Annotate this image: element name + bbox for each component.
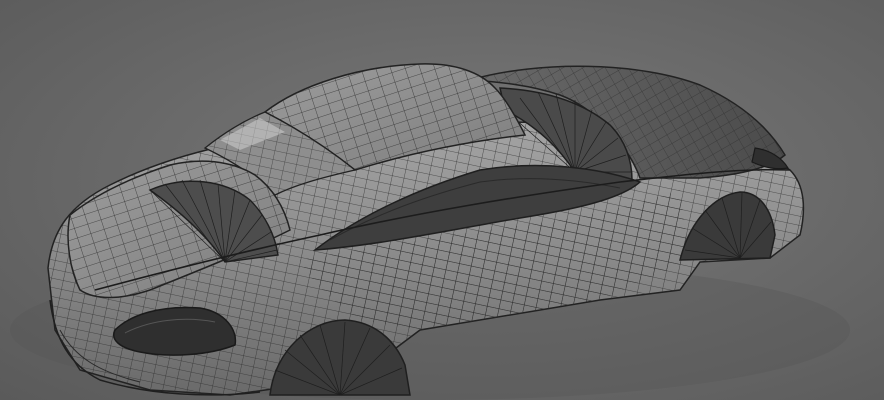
car-wireframe-render [10, 63, 850, 400]
3d-viewport[interactable] [0, 0, 884, 400]
